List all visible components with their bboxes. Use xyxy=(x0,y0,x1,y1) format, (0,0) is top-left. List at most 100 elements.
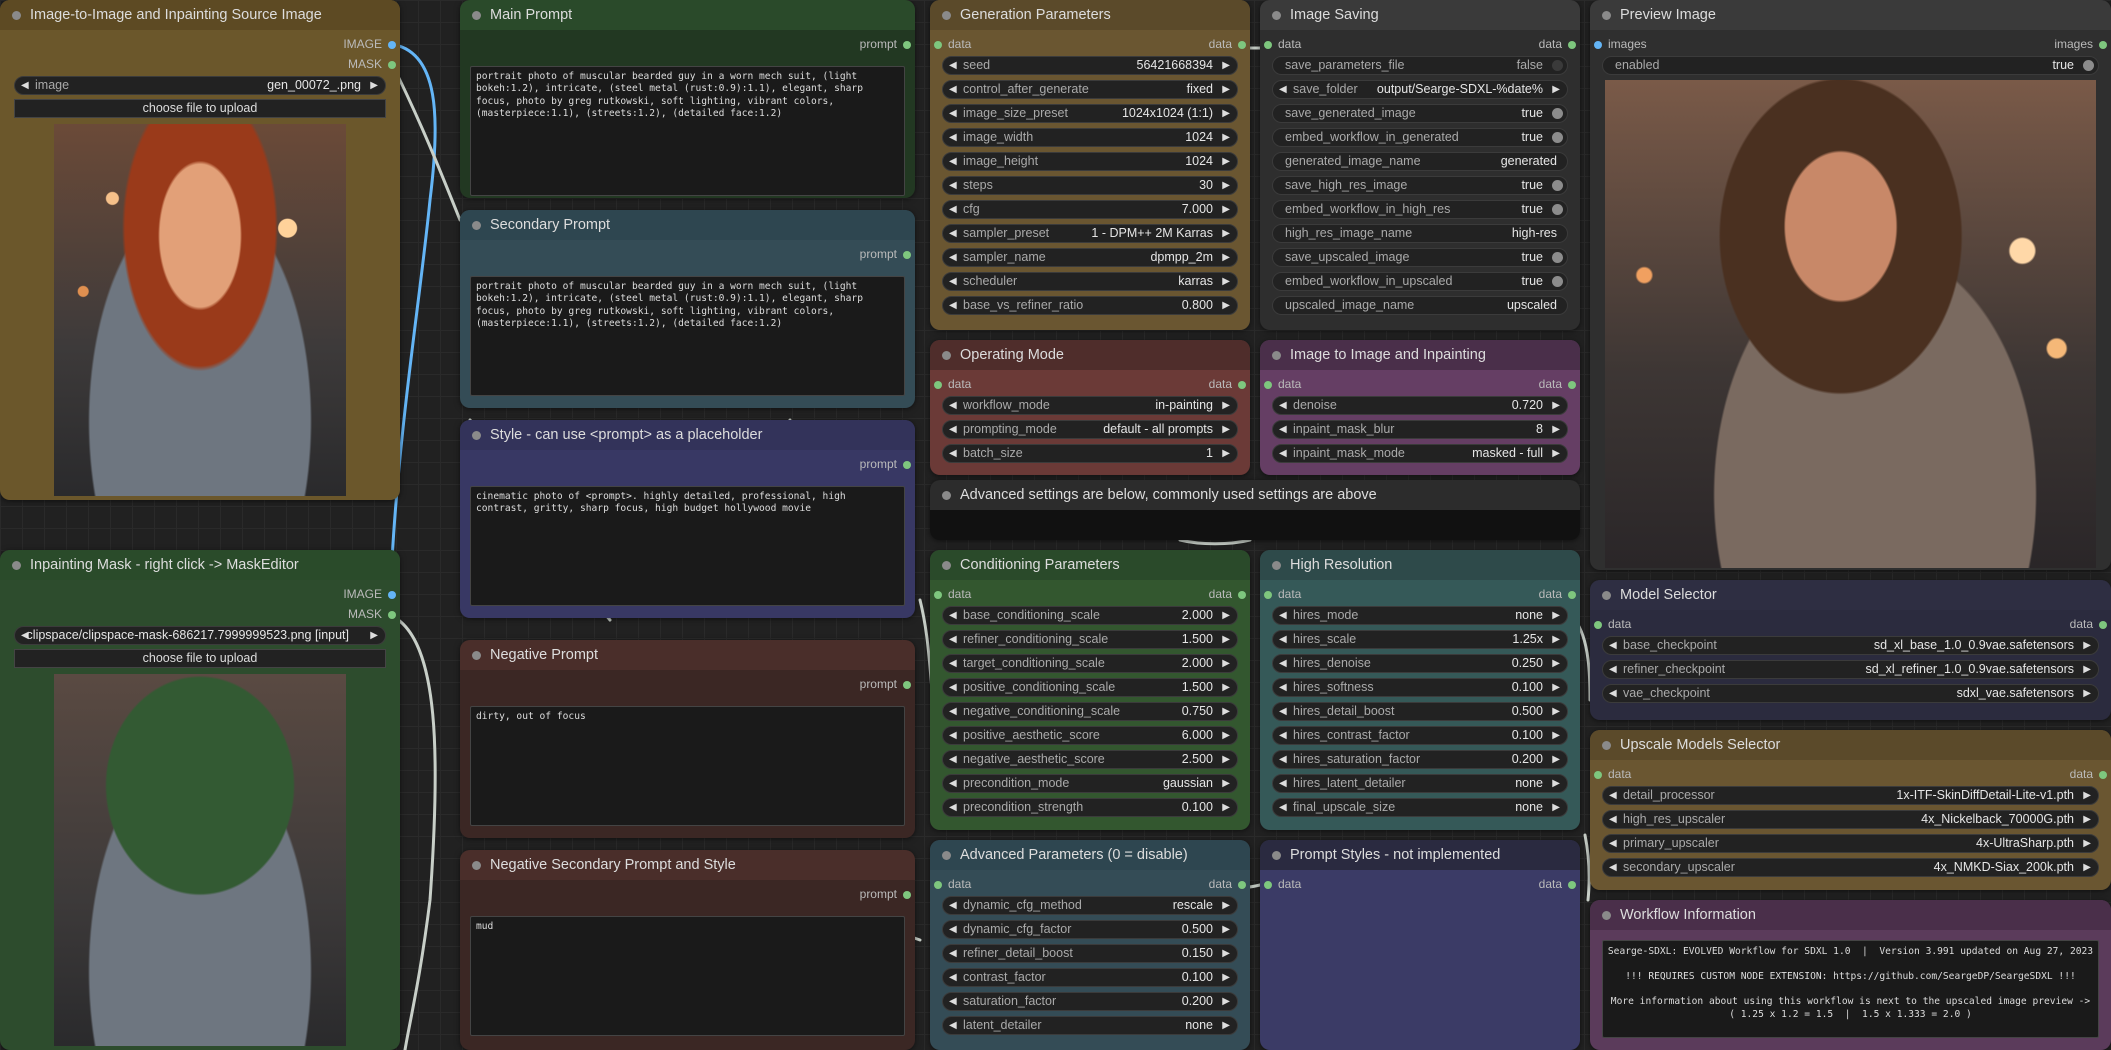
prompt-textarea[interactable]: portrait photo of muscular bearded guy i… xyxy=(470,276,905,396)
input-slot[interactable]: data xyxy=(1264,876,1301,892)
node-title[interactable]: Conditioning Parameters xyxy=(930,550,1250,580)
widget-dynamic-cfg-method[interactable]: ◀ ▶ dynamic_cfg_method rescale xyxy=(942,896,1238,915)
increment-arrow-icon[interactable]: ▶ xyxy=(1222,655,1230,672)
decrement-arrow-icon[interactable]: ◀ xyxy=(1609,787,1617,804)
node-secondary-prompt[interactable]: Secondary Prompt prompt portrait photo of … xyxy=(460,210,915,408)
decrement-arrow-icon[interactable]: ◀ xyxy=(1279,775,1287,792)
decrement-arrow-icon[interactable]: ◀ xyxy=(1609,685,1617,702)
output-slot[interactable]: IMAGE xyxy=(343,586,396,602)
widget-hires-detail-boost[interactable]: ◀ ▶ hires_detail_boost 0.500 xyxy=(1272,702,1568,721)
increment-arrow-icon[interactable]: ▶ xyxy=(1222,249,1230,266)
decrement-arrow-icon[interactable]: ◀ xyxy=(1609,661,1617,678)
decrement-arrow-icon[interactable]: ◀ xyxy=(949,421,957,438)
output-slot[interactable]: prompt xyxy=(860,456,911,472)
node-mask[interactable]: Inpainting Mask - right click -> MaskEdi… xyxy=(0,550,400,1050)
prompt-textarea[interactable]: dirty, out of focus xyxy=(470,706,905,826)
increment-arrow-icon[interactable]: ▶ xyxy=(1222,397,1230,414)
node-title[interactable]: Main Prompt xyxy=(460,0,915,30)
widget-precondition-mode[interactable]: ◀ ▶ precondition_mode gaussian xyxy=(942,774,1238,793)
node-title[interactable]: Secondary Prompt xyxy=(460,210,915,240)
increment-arrow-icon[interactable]: ▶ xyxy=(2083,637,2091,654)
widget-positive-aesthetic-score[interactable]: ◀ ▶ positive_aesthetic_score 6.000 xyxy=(942,726,1238,745)
node-hires[interactable]: High Resolution data data ◀ ▶ hires_mode none ◀… xyxy=(1260,550,1580,830)
increment-arrow-icon[interactable]: ▶ xyxy=(1222,799,1230,816)
node-img2img[interactable]: Image to Image and Inpainting data data ◀ ▶ d… xyxy=(1260,340,1580,475)
node-title[interactable]: Model Selector xyxy=(1590,580,2111,610)
node-style[interactable]: Style - can use <prompt> as a placeholde… xyxy=(460,420,915,618)
node-title[interactable]: Generation Parameters xyxy=(930,0,1250,30)
widget-vae-checkpoint[interactable]: ◀ ▶ vae_checkpoint sdxl_vae.safetensors xyxy=(1602,684,2099,703)
decrement-arrow-icon[interactable]: ◀ xyxy=(949,81,957,98)
decrement-arrow-icon[interactable]: ◀ xyxy=(949,105,957,122)
node-title[interactable]: Negative Secondary Prompt and Style xyxy=(460,850,915,880)
node-adv[interactable]: Advanced Parameters (0 = disable) data dat… xyxy=(930,840,1250,1050)
increment-arrow-icon[interactable]: ▶ xyxy=(1222,421,1230,438)
increment-arrow-icon[interactable]: ▶ xyxy=(1222,679,1230,696)
decrement-arrow-icon[interactable]: ◀ xyxy=(949,397,957,414)
increment-arrow-icon[interactable]: ▶ xyxy=(2083,661,2091,678)
decrement-arrow-icon[interactable]: ◀ xyxy=(949,655,957,672)
widget-precondition-strength[interactable]: ◀ ▶ precondition_strength 0.100 xyxy=(942,798,1238,817)
increment-arrow-icon[interactable]: ▶ xyxy=(1222,993,1230,1010)
node-title[interactable]: Advanced Parameters (0 = disable) xyxy=(930,840,1250,870)
output-slot[interactable]: data xyxy=(1209,36,1246,52)
increment-arrow-icon[interactable]: ▶ xyxy=(2083,835,2091,852)
decrement-arrow-icon[interactable]: ◀ xyxy=(1279,397,1287,414)
increment-arrow-icon[interactable]: ▶ xyxy=(1222,631,1230,648)
widget-steps[interactable]: ◀ ▶ steps 30 xyxy=(942,176,1238,195)
decrement-arrow-icon[interactable]: ◀ xyxy=(1279,631,1287,648)
decrement-arrow-icon[interactable]: ◀ xyxy=(949,945,957,962)
widget-contrast-factor[interactable]: ◀ ▶ contrast_factor 0.100 xyxy=(942,968,1238,987)
decrement-arrow-icon[interactable]: ◀ xyxy=(949,969,957,986)
output-slot[interactable]: IMAGE xyxy=(343,36,396,52)
node-title[interactable]: Image-to-Image and Inpainting Source Ima… xyxy=(0,0,400,30)
node-title[interactable]: Preview Image xyxy=(1590,0,2111,30)
increment-arrow-icon[interactable]: ▶ xyxy=(1552,703,1560,720)
toggle-knob[interactable] xyxy=(1552,60,1563,71)
increment-arrow-icon[interactable]: ▶ xyxy=(1552,421,1560,438)
node-title[interactable]: Inpainting Mask - right click -> MaskEdi… xyxy=(0,550,400,580)
widget-control-after-generate[interactable]: ◀ ▶ control_after_generate fixed xyxy=(942,80,1238,99)
widget-hires-latent-detailer[interactable]: ◀ ▶ hires_latent_detailer none xyxy=(1272,774,1568,793)
increment-arrow-icon[interactable]: ▶ xyxy=(1222,921,1230,938)
node-negative[interactable]: Negative Prompt prompt dirty, out of focus xyxy=(460,640,915,838)
widget-refiner-conditioning-scale[interactable]: ◀ ▶ refiner_conditioning_scale 1.500 xyxy=(942,630,1238,649)
node-main-prompt[interactable]: Main Prompt prompt portrait photo of muscu… xyxy=(460,0,915,198)
increment-arrow-icon[interactable]: ▶ xyxy=(1552,631,1560,648)
node-model[interactable]: Model Selector data data ◀ ▶ base_checkpoint s… xyxy=(1590,580,2111,720)
increment-arrow-icon[interactable]: ▶ xyxy=(1222,1017,1230,1034)
widget-sampler-name[interactable]: ◀ ▶ sampler_name dpmpp_2m xyxy=(942,248,1238,267)
decrement-arrow-icon[interactable]: ◀ xyxy=(1279,727,1287,744)
increment-arrow-icon[interactable]: ▶ xyxy=(1552,607,1560,624)
prompt-textarea[interactable]: cinematic photo of <prompt>. highly deta… xyxy=(470,486,905,606)
input-slot[interactable]: data xyxy=(934,586,971,602)
widget-save-parameters-file[interactable]: save_parameters_file false xyxy=(1272,56,1568,75)
increment-arrow-icon[interactable]: ▶ xyxy=(1222,129,1230,146)
increment-arrow-icon[interactable]: ▶ xyxy=(1222,969,1230,986)
widget-latent-detailer[interactable]: ◀ ▶ latent_detailer none xyxy=(942,1016,1238,1035)
node-title[interactable]: Workflow Information xyxy=(1590,900,2111,930)
decrement-arrow-icon[interactable]: ◀ xyxy=(949,799,957,816)
input-slot[interactable]: data xyxy=(934,36,971,52)
node-neg-secondary[interactable]: Negative Secondary Prompt and Style promp… xyxy=(460,850,915,1050)
widget-generated-image-name[interactable]: generated_image_name generated xyxy=(1272,152,1568,171)
prompt-textarea[interactable]: mud xyxy=(470,916,905,1036)
widget-batch-size[interactable]: ◀ ▶ batch_size 1 xyxy=(942,444,1238,463)
widget-base-vs-refiner-ratio[interactable]: ◀ ▶ base_vs_refiner_ratio 0.800 xyxy=(942,296,1238,315)
decrement-arrow-icon[interactable]: ◀ xyxy=(1609,835,1617,852)
increment-arrow-icon[interactable]: ▶ xyxy=(1552,799,1560,816)
widget-scheduler[interactable]: ◀ ▶ scheduler karras xyxy=(942,272,1238,291)
decrement-arrow-icon[interactable]: ◀ xyxy=(949,225,957,242)
increment-arrow-icon[interactable]: ▶ xyxy=(1552,397,1560,414)
increment-arrow-icon[interactable]: ▶ xyxy=(1222,445,1230,462)
decrement-arrow-icon[interactable]: ◀ xyxy=(949,897,957,914)
widget-high-res-image-name[interactable]: high_res_image_name high-res xyxy=(1272,224,1568,243)
decrement-arrow-icon[interactable]: ◀ xyxy=(949,249,957,266)
widget-save-generated-image[interactable]: save_generated_image true xyxy=(1272,104,1568,123)
widget-hires-saturation-factor[interactable]: ◀ ▶ hires_saturation_factor 0.200 xyxy=(1272,750,1568,769)
decrement-arrow-icon[interactable]: ◀ xyxy=(949,201,957,218)
increment-arrow-icon[interactable]: ▶ xyxy=(1222,775,1230,792)
widget-cfg[interactable]: ◀ ▶ cfg 7.000 xyxy=(942,200,1238,219)
input-slot[interactable]: data xyxy=(1264,586,1301,602)
decrement-arrow-icon[interactable]: ◀ xyxy=(949,153,957,170)
